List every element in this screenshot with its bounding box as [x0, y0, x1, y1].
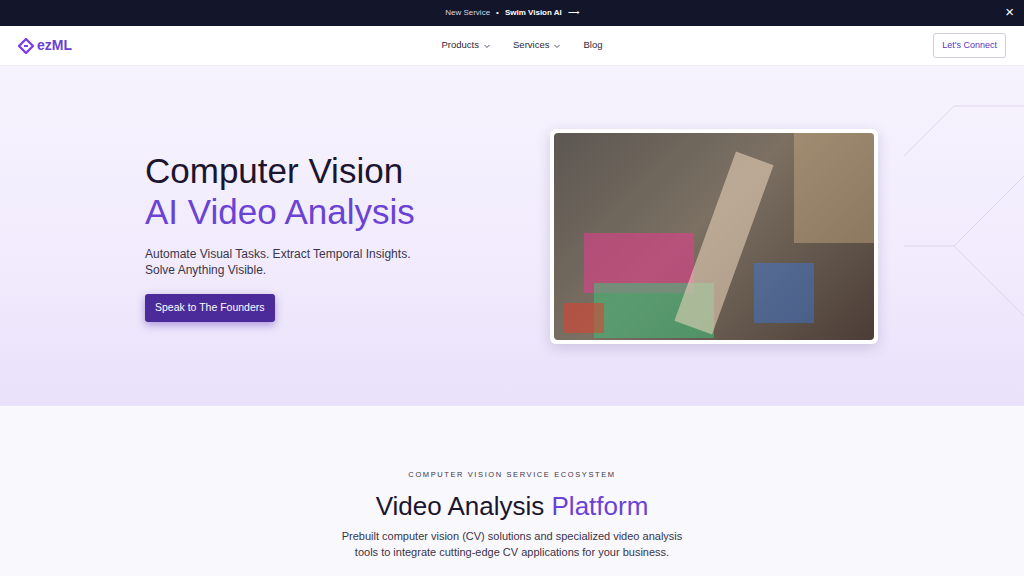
- section-description: Prebuilt computer vision (CV) solutions …: [342, 528, 683, 560]
- nav-item[interactable]: Services: [513, 38, 561, 52]
- announcement-banner: New Service • Swim Vision AI ⟶ ×: [0, 0, 1024, 26]
- logo-icon: [18, 38, 34, 54]
- founders-button[interactable]: Speak to The Founders: [145, 294, 275, 322]
- hero-title-accent: AI Video Analysis: [145, 191, 550, 232]
- nav-item[interactable]: Products: [442, 38, 492, 52]
- section-title: Video Analysis: [376, 491, 545, 521]
- subtitle-line: Automate Visual Tasks. Extract Temporal …: [145, 246, 550, 262]
- logo[interactable]: ezML: [18, 35, 218, 56]
- chevron-down-icon[interactable]: [483, 42, 491, 50]
- section-title-accent: Platform: [552, 491, 649, 521]
- description-line: Prebuilt computer vision (CV) solutions …: [342, 528, 683, 544]
- banner-content[interactable]: New Service • Swim Vision AI ⟶: [445, 7, 579, 19]
- close-button[interactable]: ×: [1005, 3, 1014, 21]
- chevron-down-icon[interactable]: [553, 42, 561, 50]
- subtitle-line: Solve Anything Visible.: [145, 262, 550, 278]
- nav-item-label[interactable]: Services: [513, 38, 549, 52]
- section-eyebrow: COMPUTER VISION SERVICE ECOSYSTEM: [408, 469, 615, 480]
- logo-text: ezML: [37, 35, 72, 56]
- navbar: ezML Products Services Blog Let's Connect: [0, 26, 1024, 66]
- hero-title: Computer Vision: [145, 150, 550, 191]
- banner-label: New Service: [445, 7, 490, 19]
- hero: Computer Vision AI Video Analysis Automa…: [0, 66, 1024, 406]
- video-preview: [550, 129, 878, 344]
- banner-link[interactable]: Swim Vision AI: [505, 7, 562, 19]
- arrow-icon[interactable]: ⟶: [568, 7, 579, 19]
- hero-text: Computer Vision AI Video Analysis Automa…: [145, 150, 550, 322]
- nav-item-label[interactable]: Products: [442, 38, 480, 52]
- platform-section: COMPUTER VISION SERVICE ECOSYSTEM Video …: [0, 406, 1024, 576]
- description-line: tools to integrate cutting-edge CV appli…: [342, 544, 683, 560]
- banner-separator: •: [496, 7, 499, 19]
- nav-item[interactable]: Blog: [583, 38, 602, 52]
- hero-subtitle: Automate Visual Tasks. Extract Temporal …: [145, 246, 550, 278]
- nav-item-label[interactable]: Blog: [583, 38, 602, 52]
- nav-menu: Products Services Blog: [218, 38, 806, 52]
- connect-button[interactable]: Let's Connect: [933, 33, 1006, 59]
